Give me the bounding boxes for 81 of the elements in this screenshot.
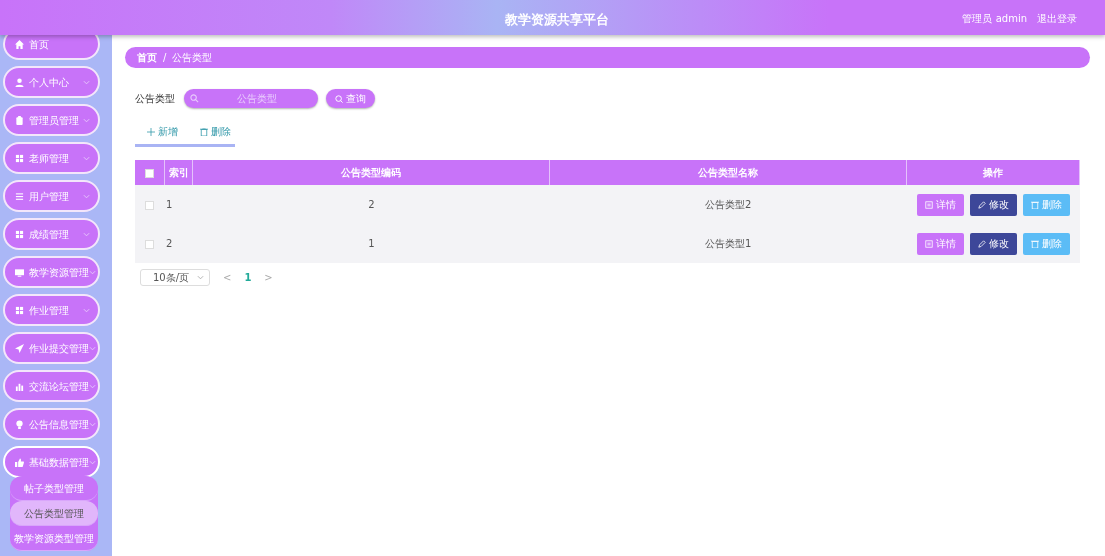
- breadcrumb-link[interactable]: 首页: [137, 50, 157, 65]
- chevron-down-icon: [83, 117, 90, 123]
- column-header: 公告类型名称: [549, 160, 907, 185]
- submenu-item[interactable]: 教学资源类型管理: [10, 526, 98, 551]
- row-checkbox[interactable]: [145, 239, 155, 249]
- trash-icon: [1030, 200, 1039, 209]
- submenu-item[interactable]: 公告类型管理: [10, 501, 98, 526]
- column-header: 操作: [906, 160, 1080, 185]
- sidebar-item[interactable]: 交流论坛管理: [3, 370, 100, 402]
- trash-icon: [1030, 239, 1039, 248]
- sidebar-item[interactable]: 作业管理: [3, 294, 100, 326]
- plus-icon: [147, 127, 155, 136]
- select-all-checkbox[interactable]: [145, 168, 155, 178]
- chevron-down-icon: [83, 79, 90, 85]
- page-button[interactable]: 1: [244, 270, 252, 285]
- detail-button[interactable]: 详情: [916, 193, 964, 216]
- sidebar-item[interactable]: 作业提交管理: [3, 332, 100, 364]
- sidebar-item[interactable]: 用户管理: [3, 180, 100, 212]
- document-icon: [924, 200, 933, 209]
- list-icon: [15, 191, 24, 201]
- detail-button[interactable]: 详情: [916, 232, 964, 255]
- lightbulb-icon: [15, 419, 24, 429]
- delete-button[interactable]: 删除: [1022, 193, 1070, 216]
- trash-icon: [200, 127, 208, 136]
- chevron-down-icon: [83, 231, 90, 237]
- add-button[interactable]: 新增: [147, 124, 178, 139]
- chevron-down-icon: [83, 307, 90, 313]
- pencil-icon: [977, 239, 986, 248]
- next-page-button[interactable]: >: [264, 270, 273, 285]
- sidebar-item-expanded[interactable]: 基础数据管理: [3, 446, 100, 478]
- clipboard-icon: [15, 115, 24, 125]
- page-size-select[interactable]: 10条/页: [140, 269, 210, 286]
- sidebar-item[interactable]: 个人中心: [3, 66, 100, 98]
- chevron-down-icon: [83, 155, 90, 161]
- paper-plane-icon: [15, 343, 24, 353]
- table-cell: 公告类型2: [704, 199, 752, 210]
- chevron-down-icon: [89, 345, 96, 351]
- grid-icon: [15, 305, 24, 315]
- column-header: 索引: [165, 160, 193, 185]
- grid-icon: [15, 229, 24, 239]
- document-icon: [924, 239, 933, 248]
- logout-link[interactable]: 退出登录: [1037, 11, 1077, 26]
- edit-button[interactable]: 修改: [969, 193, 1017, 216]
- column-header: 公告类型编码: [192, 160, 550, 185]
- breadcrumb-current: 公告类型: [172, 51, 213, 65]
- thumbs-up-icon: [15, 457, 24, 467]
- delete-button[interactable]: 删除: [200, 124, 231, 139]
- table-cell: 公告类型1: [704, 238, 752, 249]
- search-button[interactable]: 查询: [326, 89, 375, 108]
- app-title: 教学资源共享平台: [505, 11, 609, 29]
- chevron-down-icon: [197, 275, 204, 280]
- search-label: 公告类型: [135, 92, 175, 106]
- row-checkbox[interactable]: [145, 200, 155, 210]
- table-cell: 2: [368, 199, 375, 210]
- chevron-down-icon: [83, 193, 90, 199]
- search-icon: [335, 94, 343, 103]
- monitor-icon: [15, 267, 24, 277]
- user-label: 管理员 admin: [962, 12, 1027, 26]
- sidebar-item[interactable]: 公告信息管理: [3, 408, 100, 440]
- delete-button[interactable]: 删除: [1022, 232, 1070, 255]
- person-icon: [15, 77, 24, 87]
- sidebar-item[interactable]: 老师管理: [3, 142, 100, 174]
- chevron-down-icon: [89, 383, 96, 389]
- table-cell: 1: [368, 238, 375, 249]
- chevron-down-icon: [89, 459, 96, 465]
- sidebar-item[interactable]: 成绩管理: [3, 218, 100, 250]
- sidebar-item[interactable]: 管理员管理: [3, 104, 100, 136]
- previous-page-button[interactable]: <: [223, 270, 232, 285]
- grid-icon: [15, 153, 24, 163]
- pencil-icon: [977, 200, 986, 209]
- sidebar-item[interactable]: 教学资源管理: [3, 256, 100, 288]
- search-field[interactable]: 公告类型: [184, 89, 318, 108]
- chevron-down-icon: [89, 269, 96, 275]
- sidebar-item[interactable]: 首页: [3, 35, 100, 60]
- home-icon: [15, 39, 24, 49]
- table-cell: 2: [166, 238, 173, 249]
- edit-button[interactable]: 修改: [969, 232, 1017, 255]
- chevron-down-icon: [89, 421, 96, 427]
- table-cell: 1: [166, 199, 173, 210]
- breadcrumb-separator: /: [163, 51, 167, 65]
- bar-chart-icon: [15, 381, 24, 391]
